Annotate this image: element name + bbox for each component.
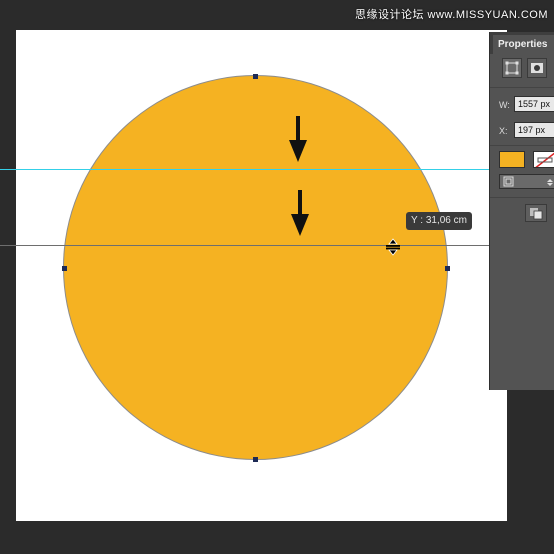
down-arrow-icon: [291, 190, 309, 236]
path-operations-icon[interactable]: [525, 204, 547, 222]
width-label: W:: [499, 100, 510, 110]
panel-divider: [490, 197, 554, 198]
stroke-align-select[interactable]: [499, 174, 554, 189]
x-field[interactable]: 197 px: [514, 122, 554, 138]
ellipse-shape[interactable]: [64, 76, 447, 459]
guide-line-cyan[interactable]: [0, 169, 554, 170]
mask-icon[interactable]: [527, 58, 547, 78]
anchor-right[interactable]: [445, 266, 450, 271]
anchor-bottom[interactable]: [253, 457, 258, 462]
anchor-top[interactable]: [253, 74, 258, 79]
move-guide-cursor-icon: [386, 238, 400, 256]
position-tooltip: Y : 31,06 cm: [406, 212, 472, 230]
stroke-swatch[interactable]: [533, 151, 554, 168]
watermark: 思缘设计论坛 www.MISSYUAN.COM: [354, 9, 548, 21]
width-field[interactable]: 1557 px: [514, 96, 554, 112]
guide-line-dragging[interactable]: [0, 245, 554, 246]
panel-divider: [490, 145, 554, 146]
panel-header: Properties: [490, 32, 554, 54]
down-arrow-icon: [289, 116, 307, 162]
properties-panel: Properties W: 1557 px X: 197 px: [489, 32, 554, 390]
live-shape-properties-icon[interactable]: [502, 58, 522, 78]
fill-swatch[interactable]: [499, 151, 525, 168]
tab-properties[interactable]: Properties: [493, 35, 554, 54]
x-label: X:: [499, 126, 508, 136]
panel-divider: [490, 87, 554, 88]
anchor-left[interactable]: [62, 266, 67, 271]
